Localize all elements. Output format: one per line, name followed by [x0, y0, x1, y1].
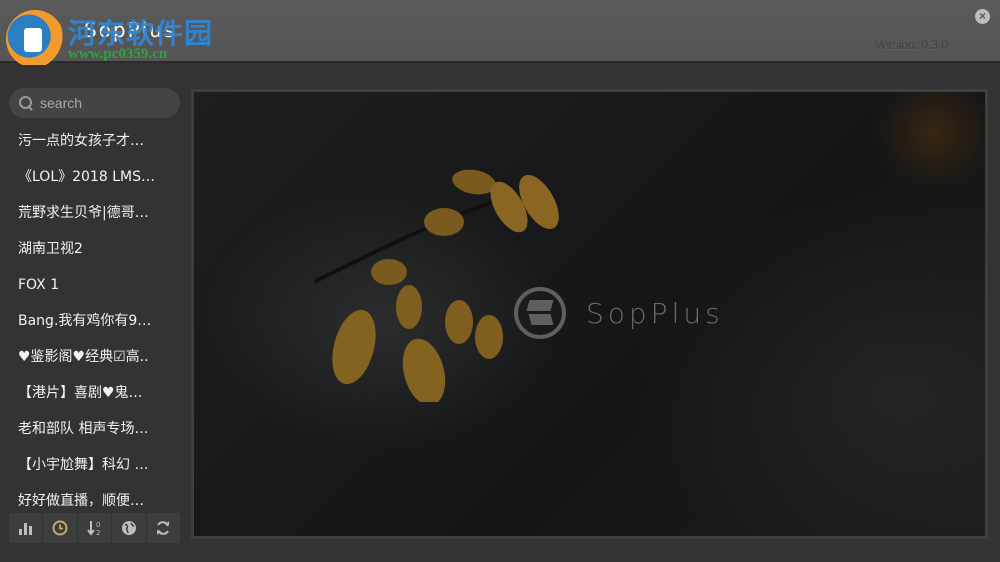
stats-button[interactable] [9, 513, 44, 543]
sort-button[interactable]: 02 [78, 513, 113, 543]
channel-item[interactable]: Bang.我有鸡你有9… [0, 303, 188, 339]
svg-text:2: 2 [96, 529, 100, 536]
channel-list: 污一点的女孩子才… 《LOL》2018 LMS… 荒野求生贝爷|德哥… 湖南卫视… [0, 123, 188, 519]
center-logo: SopPlus [514, 287, 724, 339]
sort-icon: 02 [86, 521, 100, 536]
channel-item[interactable]: 【港片】喜剧♥鬼… [0, 375, 188, 411]
search-input[interactable] [40, 95, 170, 111]
chart-icon [18, 523, 32, 535]
version-label: Version: 0.3.0 [874, 38, 948, 52]
globe-button[interactable] [112, 513, 147, 543]
sopplus-logo-icon [514, 287, 566, 339]
clock-icon [52, 520, 68, 536]
refresh-icon [157, 521, 170, 535]
watermark-logo-icon [6, 10, 64, 68]
channel-item[interactable]: 【小宇尬舞】科幻 … [0, 447, 188, 483]
svg-text:0: 0 [96, 521, 100, 529]
close-icon: × [978, 9, 986, 23]
video-player[interactable]: SopPlus [191, 89, 988, 539]
search-box[interactable] [9, 88, 180, 118]
watermark-url: www.pc0359.cn [68, 46, 168, 62]
channel-item[interactable]: 老和部队 相声专场… [0, 411, 188, 447]
center-logo-text: SopPlus [586, 296, 724, 330]
channel-item[interactable]: ♥鉴影阁♥经典☑高.. [0, 339, 188, 375]
channel-item[interactable]: 湖南卫视2 [0, 231, 188, 267]
leaves-image [314, 169, 559, 402]
channel-item[interactable]: 《LOL》2018 LMS… [0, 159, 188, 195]
sidebar: 污一点的女孩子才… 《LOL》2018 LMS… 荒野求生贝爷|德哥… 湖南卫视… [0, 65, 188, 562]
globe-icon [121, 521, 136, 535]
close-button[interactable]: × [975, 9, 990, 24]
sidebar-toolbar: 02 [9, 513, 180, 543]
channel-item[interactable]: FOX 1 [0, 267, 188, 303]
history-button[interactable] [43, 513, 78, 543]
channel-item[interactable]: 污一点的女孩子才… [0, 123, 188, 159]
title-bar: SopPlus 河东软件园 www.pc0359.cn Version: 0.3… [0, 0, 1000, 68]
refresh-button[interactable] [147, 513, 180, 543]
channel-item[interactable]: 荒野求生贝爷|德哥… [0, 195, 188, 231]
search-icon [19, 96, 33, 110]
